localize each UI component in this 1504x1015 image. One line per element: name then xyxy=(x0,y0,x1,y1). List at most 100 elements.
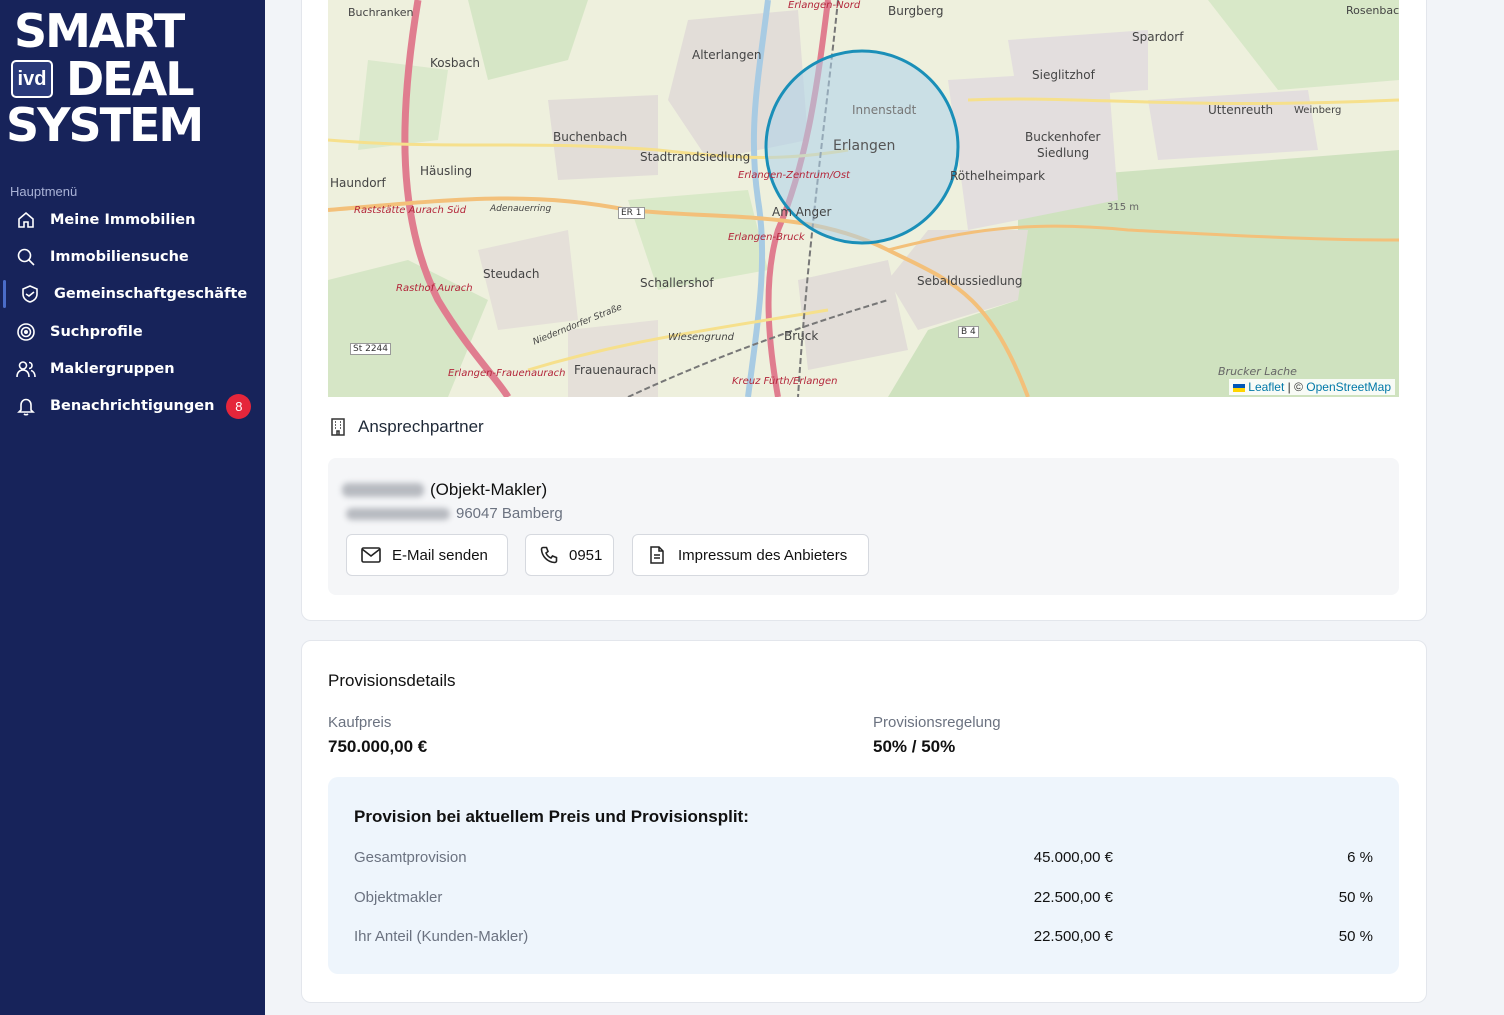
contact-role: (Objekt-Makler) xyxy=(430,480,548,499)
commission-calculation-box: Provision bei aktuellem Preis und Provis… xyxy=(328,777,1399,974)
map-label: Röthelheimpark xyxy=(950,169,1046,183)
sidebar-item-label: Suchprofile xyxy=(50,324,143,340)
ivd-logo-badge: ivd xyxy=(11,60,53,98)
map-label: Sebaldussiedlung xyxy=(917,274,1023,288)
map-label: Weinberg xyxy=(1294,105,1342,116)
logo-line-1: SMART xyxy=(14,4,185,58)
map-label: Kreuz Fürth/Erlangen xyxy=(732,376,838,387)
sidebar-item-benachrichtigungen[interactable]: Benachrichtigungen 8 xyxy=(0,389,265,423)
map-label: Burgberg xyxy=(888,4,944,18)
send-email-label: E-Mail senden xyxy=(392,546,488,564)
target-icon xyxy=(15,321,37,343)
road-shield: B 4 xyxy=(958,326,979,338)
location-map[interactable]: Buchranken Kosbach Alterlangen Burgberg … xyxy=(328,0,1399,397)
purchase-price-value: 750.000,00 € xyxy=(328,737,428,756)
road-shield: ER 1 xyxy=(618,207,645,219)
map-label: Innenstadt xyxy=(852,103,917,117)
redacted-street xyxy=(346,507,450,520)
sidebar: SMART ivd DEAL SYSTEM Hauptmenü Meine Im… xyxy=(0,0,265,1015)
map-label: Haundorf xyxy=(330,176,386,190)
commission-row-your-share: Ihr Anteil (Kunden-Makler) 22.500,00 € 5… xyxy=(354,928,1373,948)
search-icon xyxy=(15,246,37,268)
row-amount: 45.000,00 € xyxy=(1033,849,1113,866)
row-amount: 22.500,00 € xyxy=(1033,889,1113,906)
provider-imprint-button[interactable]: Impressum des Anbieters xyxy=(632,534,869,576)
map-label: Buchranken xyxy=(348,6,414,19)
logo-line-2: DEAL xyxy=(66,52,195,106)
document-icon xyxy=(647,545,667,565)
map-label: Bruck xyxy=(784,329,819,343)
sidebar-item-meine-immobilien[interactable]: Meine Immobilien xyxy=(0,203,265,237)
sidebar-item-suchprofile[interactable]: Suchprofile xyxy=(0,315,265,349)
sidebar-item-label: Gemeinschaftgeschäfte xyxy=(54,286,248,302)
map-label: Steudach xyxy=(483,267,540,281)
commission-row-listing-agent: Objektmakler 22.500,00 € 50 % xyxy=(354,889,1373,909)
map-label: Stadtrandsiedlung xyxy=(640,150,751,164)
row-percent: 6 % xyxy=(1347,849,1373,866)
home-icon xyxy=(15,209,37,231)
map-label: Erlangen xyxy=(833,138,896,154)
sidebar-item-maklergruppen[interactable]: Maklergruppen xyxy=(0,352,265,386)
row-amount: 22.500,00 € xyxy=(1033,928,1113,945)
call-phone-button[interactable]: 0951 xyxy=(525,534,614,576)
building-icon xyxy=(328,417,348,437)
map-label: Adenauerring xyxy=(490,204,552,214)
map-label: Buchenbach xyxy=(553,130,628,144)
commission-split-label: Provisionsregelung xyxy=(873,714,1001,731)
map-label: Am Anger xyxy=(772,205,832,219)
row-label: Objektmakler xyxy=(354,889,443,906)
sidebar-item-immobiliensuche[interactable]: Immobiliensuche xyxy=(0,240,265,274)
map-label: Kosbach xyxy=(430,56,481,70)
map-label: Brucker Lache xyxy=(1218,365,1297,378)
map-label: Raststätte Aurach Süd xyxy=(354,205,467,216)
contact-section-heading: Ansprechpartner xyxy=(328,417,484,437)
commission-split-value: 50% / 50% xyxy=(873,737,956,756)
map-label: Siedlung xyxy=(1037,146,1090,160)
map-label: Erlangen-Zentrum/Ost xyxy=(738,170,850,181)
bell-icon xyxy=(15,395,37,417)
sidebar-item-gemeinschaftgeschaefte[interactable]: Gemeinschaftgeschäfte xyxy=(0,277,265,311)
map-label: 315 m xyxy=(1107,202,1140,213)
openstreetmap-link[interactable]: OpenStreetMap xyxy=(1306,380,1391,394)
call-phone-label: 0951 xyxy=(569,546,603,564)
map-label: Spardorf xyxy=(1132,30,1184,44)
map-label: Rasthof Aurach xyxy=(396,283,473,294)
map-label: Schallershof xyxy=(640,276,714,290)
map-attribution: Leaflet | © OpenStreetMap xyxy=(1229,379,1395,395)
map-label: Alterlangen xyxy=(692,48,762,62)
contact-name: (Objekt-Makler) xyxy=(342,480,547,500)
attribution-separator: | © xyxy=(1287,380,1303,394)
leaflet-link[interactable]: Leaflet xyxy=(1248,380,1284,394)
contact-section-title: Ansprechpartner xyxy=(358,417,484,436)
redacted-name xyxy=(342,483,424,497)
logo-line-3: SYSTEM xyxy=(6,98,204,152)
road-shield: St 2244 xyxy=(350,343,392,355)
row-percent: 50 % xyxy=(1338,889,1373,906)
smart-deal-system-logo[interactable]: SMART ivd DEAL SYSTEM xyxy=(6,8,241,150)
provider-imprint-label: Impressum des Anbieters xyxy=(678,546,848,564)
contact-city: 96047 Bamberg xyxy=(456,505,563,522)
contact-address: 96047 Bamberg xyxy=(346,505,563,522)
map-label: Sieglitzhof xyxy=(1032,68,1095,82)
map-tiles xyxy=(328,0,1399,397)
map-label: Wiesengrund xyxy=(668,332,735,343)
main-menu-heading: Hauptmenü xyxy=(10,184,78,199)
send-email-button[interactable]: E-Mail senden xyxy=(346,534,508,576)
map-label: Erlangen-Nord xyxy=(788,0,861,11)
sidebar-item-label: Meine Immobilien xyxy=(50,212,196,228)
map-label: Frauenaurach xyxy=(574,363,657,377)
row-percent: 50 % xyxy=(1338,928,1373,945)
row-label: Ihr Anteil (Kunden-Makler) xyxy=(354,928,529,945)
commission-calculation-title: Provision bei aktuellem Preis und Provis… xyxy=(354,807,749,826)
ukraine-flag-icon xyxy=(1233,383,1246,392)
notification-count-badge: 8 xyxy=(226,393,252,419)
users-icon xyxy=(15,358,37,380)
phone-icon xyxy=(540,545,558,565)
purchase-price-label: Kaufpreis xyxy=(328,714,392,731)
map-label: Häusling xyxy=(420,164,473,178)
row-label: Gesamtprovision xyxy=(354,849,467,866)
mail-icon xyxy=(361,545,381,565)
handshake-shield-icon xyxy=(19,283,41,305)
map-label: Uttenreuth xyxy=(1208,103,1274,117)
map-label: Buckenhofer xyxy=(1025,130,1101,144)
